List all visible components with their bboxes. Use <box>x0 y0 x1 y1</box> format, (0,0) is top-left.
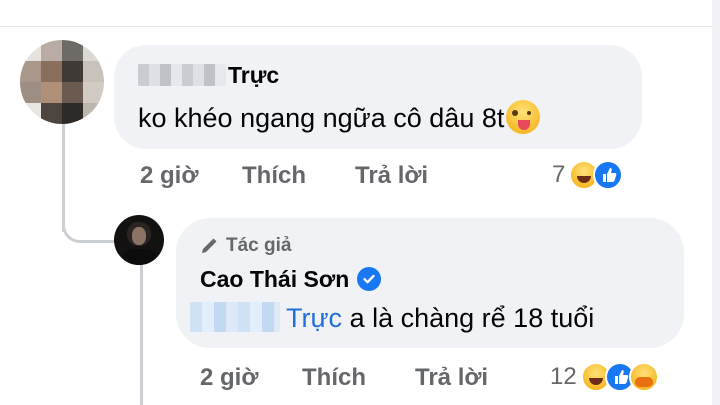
author-badge-label: Tác giả <box>226 235 292 256</box>
reply-button[interactable]: Trả lời <box>355 160 428 192</box>
verified-badge-icon <box>357 267 382 291</box>
reply-reply-button[interactable]: Trả lời <box>415 362 488 394</box>
blurred-avatar-image <box>20 40 104 124</box>
reply-reaction-count: 12 <box>550 363 577 390</box>
comment-text: ko khéo ngang ngữa cô dâu 8t <box>138 99 541 136</box>
tongue-emoji-icon <box>506 99 541 134</box>
like-button[interactable]: Thích <box>242 160 306 192</box>
reply-bubble: Tác giả Cao Thái Sơn Trực a là chàng rể … <box>176 218 684 348</box>
reply-time[interactable]: 2 giờ <box>200 362 258 394</box>
reaction-summary[interactable]: 7 <box>552 159 624 191</box>
reply-author-name[interactable]: Cao Thái Sơn <box>200 264 349 294</box>
comment-author[interactable]: Trực <box>138 60 279 90</box>
care-icon <box>628 362 659 392</box>
author-badge: Tác giả <box>200 234 291 258</box>
comment-author-suffix[interactable]: Trực <box>228 62 279 88</box>
blurred-name <box>138 63 226 86</box>
pencil-icon <box>202 238 217 253</box>
avatar-shirt <box>122 249 156 265</box>
reply-author[interactable]: Cao Thái Sơn <box>200 264 382 294</box>
reply-text: Trực a là chàng rể 18 tuổi <box>190 300 594 336</box>
comment-time[interactable]: 2 giờ <box>140 160 198 192</box>
avatar-face <box>132 227 146 245</box>
scroll-edge <box>712 0 720 405</box>
commenter-avatar[interactable] <box>20 40 104 124</box>
comment-actions: 2 giờ Thích Trả lời <box>140 160 460 192</box>
comment-body: ko khéo ngang ngữa cô dâu 8t <box>138 103 505 133</box>
reply-actions: 2 giờ Thích Trả lời <box>200 362 520 394</box>
reply-reaction-summary[interactable]: 12 <box>550 361 659 393</box>
reply-body: a là chàng rể 18 tuổi <box>342 303 595 333</box>
mention-link[interactable]: Trực <box>286 303 342 333</box>
author-avatar[interactable] <box>114 215 164 265</box>
reply-thread-line <box>140 262 143 405</box>
thread-connector <box>62 205 120 243</box>
reaction-count: 7 <box>552 161 566 188</box>
reply-like-button[interactable]: Thích <box>302 362 366 394</box>
like-icon <box>593 160 624 190</box>
blurred-mention <box>190 302 280 333</box>
previous-comment-edge <box>0 0 720 27</box>
comment-bubble: Trực ko khéo ngang ngữa cô dâu 8t <box>114 45 642 149</box>
